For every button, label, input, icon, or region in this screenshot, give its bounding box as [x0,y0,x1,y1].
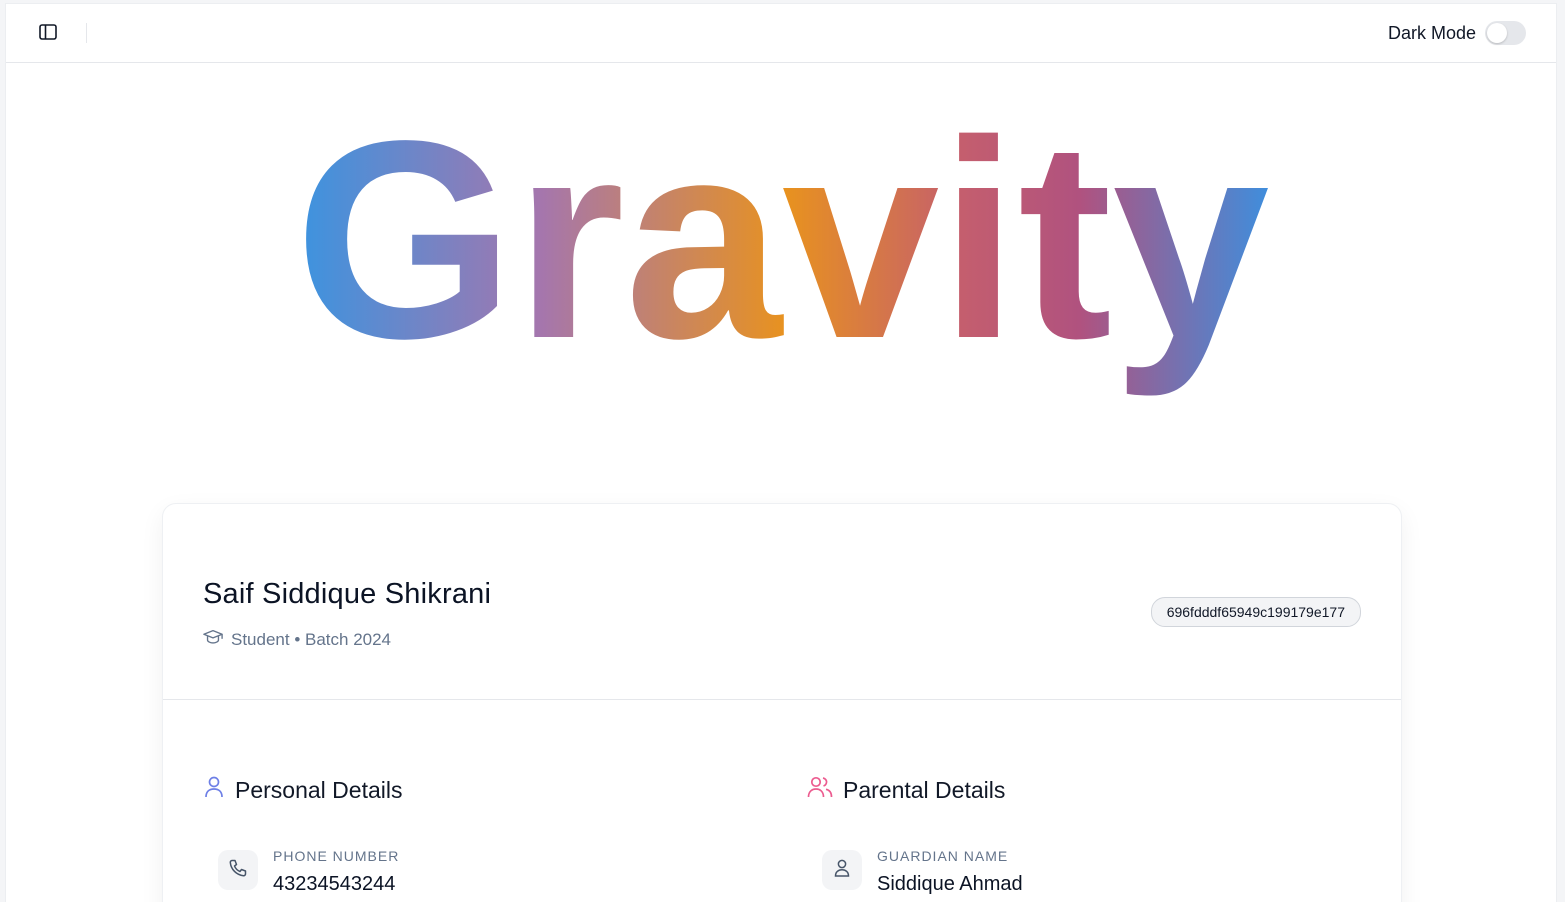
student-profile-card: Saif Siddique Shikrani Student • Batch 2… [162,503,1402,902]
graduation-cap-icon [203,628,223,651]
phone-icon [228,858,248,883]
parental-details-section: Parental Details [807,775,1005,805]
toggle-knob [1487,23,1507,43]
user-icon [833,858,851,883]
dark-mode-toggle[interactable] [1485,21,1526,45]
sidebar-toggle-button[interactable] [33,19,63,49]
top-bar: Dark Mode [6,4,1556,63]
phone-number-value: 43234543244 [273,873,396,895]
guardian-name-value: Siddique Ahmad [877,873,1023,895]
personal-details-section: Personal Details [203,775,402,805]
header-divider [86,23,87,43]
student-role-batch: Student • Batch 2024 [231,629,392,649]
phone-field-icon-box [218,850,258,890]
phone-number-label: PHONE NUMBER [273,848,400,864]
student-subtitle: Student • Batch 2024 [203,628,391,651]
student-name: Saif Siddique Shikrani [203,578,492,610]
app-window: Dark Mode Gravity Saif Siddique Shikrani [6,4,1556,902]
sidebar-panel-icon [38,22,58,47]
parental-details-title: Parental Details [843,776,1006,803]
dark-mode-label: Dark Mode [1387,23,1476,43]
user-icon [203,775,225,805]
personal-details-title: Personal Details [235,776,403,803]
guardian-field-icon-box [822,850,862,890]
student-id-badge: 696fdddf65949c199179e177 [1150,597,1361,627]
app-logo: Gravity [6,94,1556,424]
card-divider [163,699,1401,700]
logo-text: Gravity [295,94,1272,399]
users-icon [807,775,833,805]
guardian-name-label: GUARDIAN NAME [877,848,1009,864]
